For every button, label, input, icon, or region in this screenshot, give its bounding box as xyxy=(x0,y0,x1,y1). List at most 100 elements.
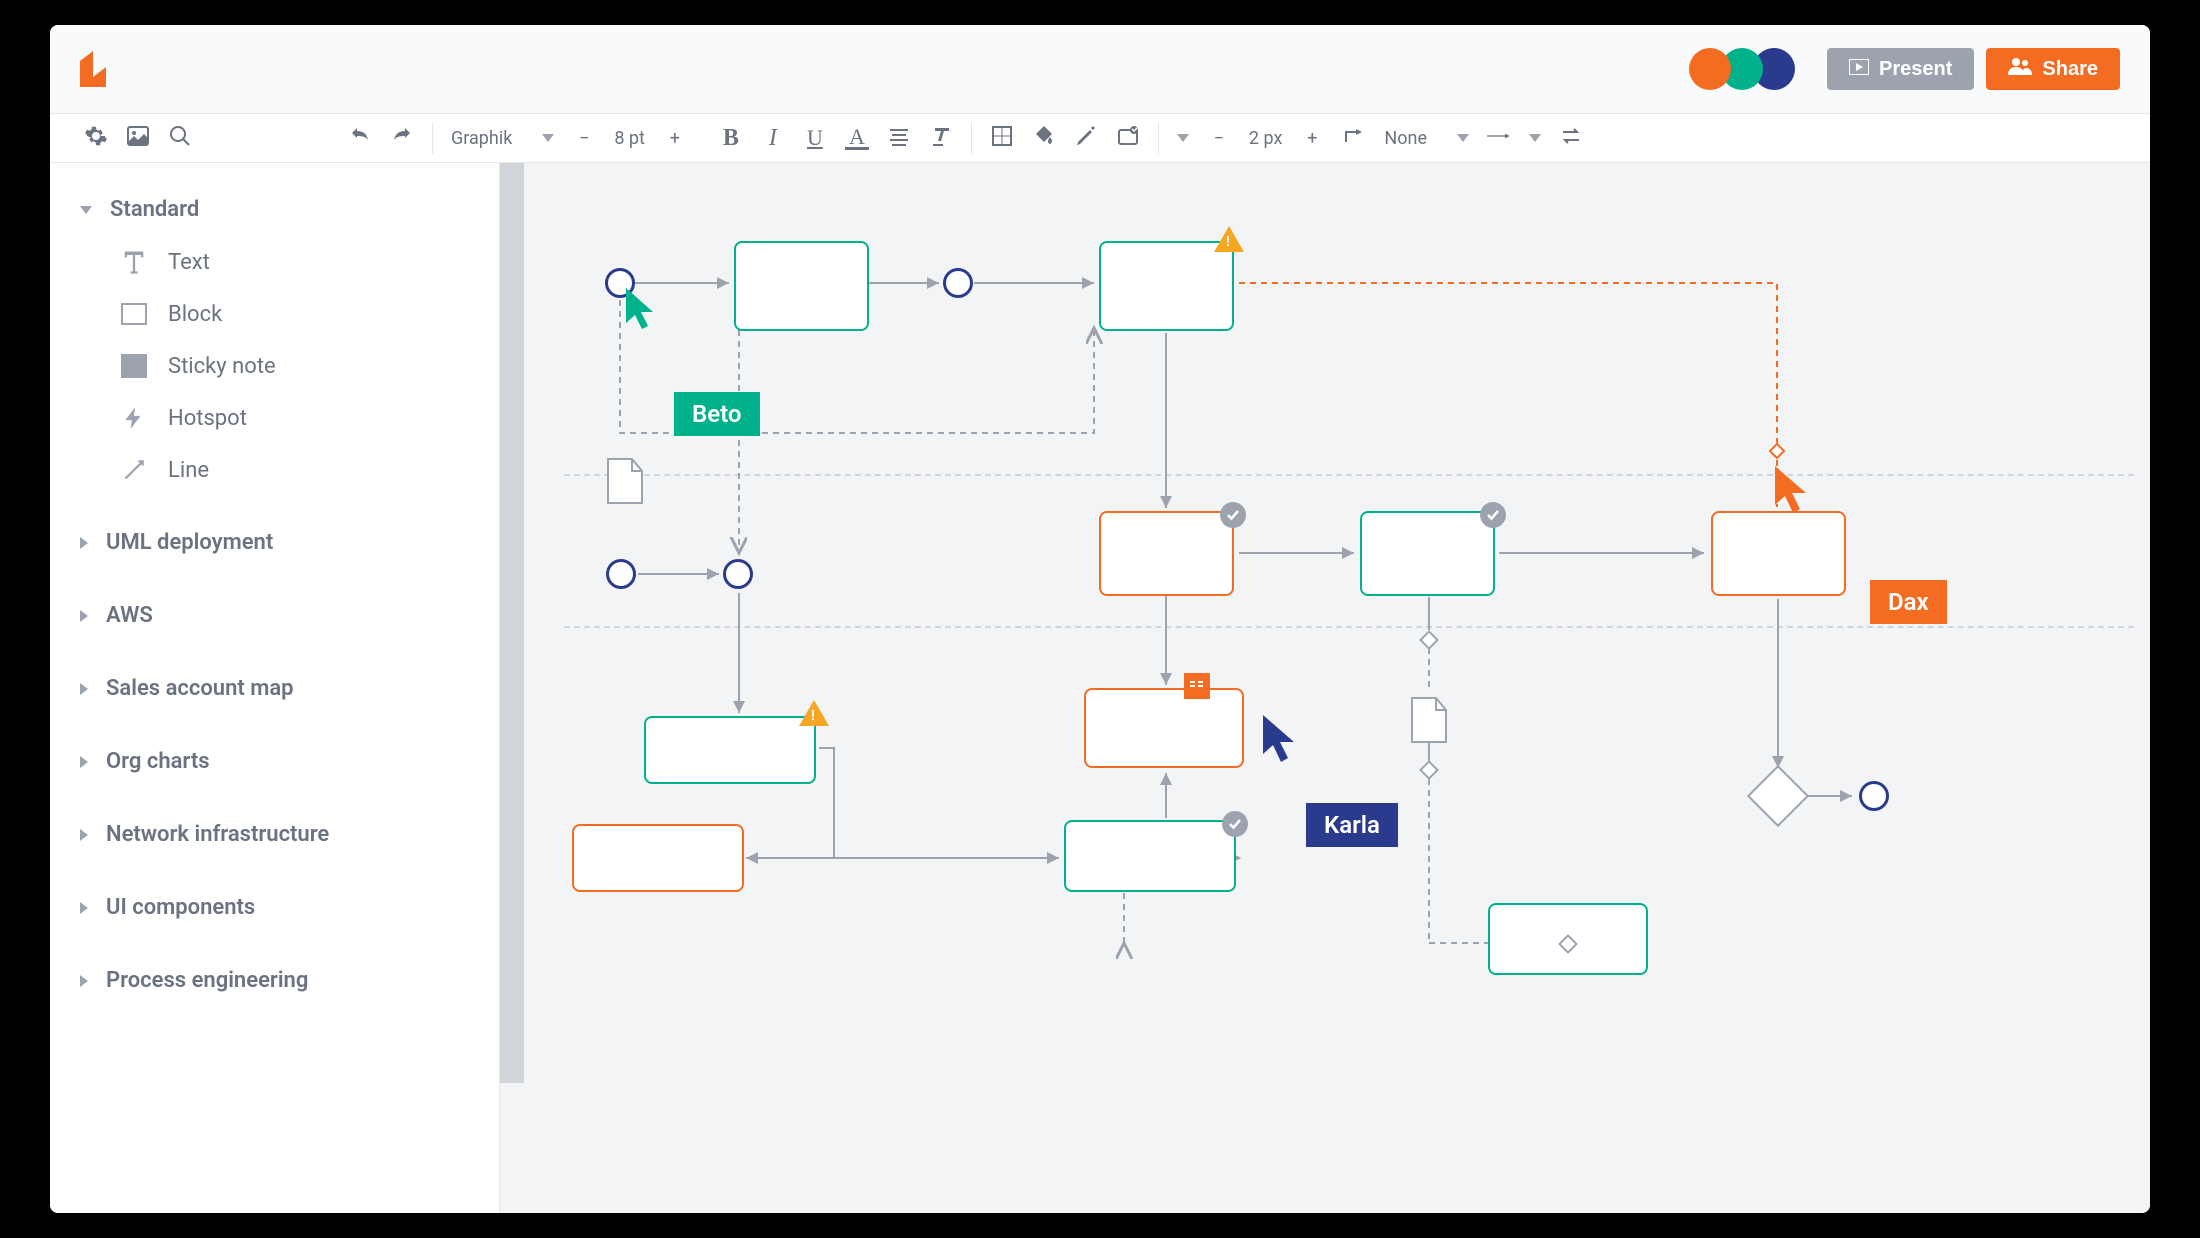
shape-item-block[interactable]: Block xyxy=(50,288,499,340)
align-button[interactable] xyxy=(887,126,911,150)
shape-item-line[interactable]: Line xyxy=(50,444,499,496)
shape-item-text[interactable]: Text xyxy=(50,236,499,288)
comment-badge-icon xyxy=(1184,673,1210,699)
flow-end-node[interactable] xyxy=(1859,781,1889,811)
clear-format-icon xyxy=(929,124,953,153)
sidebar-section-network[interactable]: Network infrastructure xyxy=(50,808,499,861)
settings-button[interactable] xyxy=(84,126,108,150)
flow-block-node[interactable] xyxy=(1099,511,1234,596)
flow-decision-node[interactable] xyxy=(1747,765,1809,827)
chevron-right-icon xyxy=(80,902,88,914)
border-button[interactable] xyxy=(990,126,1014,150)
shape-item-hotspot[interactable]: Hotspot xyxy=(50,392,499,444)
sidebar-section-org[interactable]: Org charts xyxy=(50,735,499,788)
font-name: Graphik xyxy=(451,128,512,149)
shape-style-button[interactable] xyxy=(1116,126,1140,150)
sidebar-section-ui[interactable]: UI components xyxy=(50,881,499,934)
share-button[interactable]: Share xyxy=(1986,48,2120,90)
redo-icon xyxy=(390,124,414,153)
image-button[interactable] xyxy=(126,126,150,150)
chevron-down-icon xyxy=(542,134,554,142)
sidebar-section-title: Network infrastructure xyxy=(106,822,329,847)
chevron-down-icon[interactable] xyxy=(1177,134,1189,142)
undo-icon xyxy=(348,124,372,153)
flow-circle-node[interactable] xyxy=(606,559,636,589)
arrow-style-button[interactable] xyxy=(1487,126,1511,150)
font-select[interactable]: Graphik xyxy=(451,128,554,149)
sidebar-section-title: Standard xyxy=(110,197,199,222)
collaborator-cursor-label: Karla xyxy=(1306,803,1398,847)
flow-block-node[interactable] xyxy=(1099,241,1234,331)
font-size: 8 pt xyxy=(614,128,645,149)
flow-block-node[interactable] xyxy=(1711,511,1846,596)
fill-button[interactable] xyxy=(1032,126,1056,150)
flow-block-node[interactable] xyxy=(644,716,816,784)
collaborator-cursor-icon xyxy=(1260,712,1304,766)
shape-item-sticky[interactable]: Sticky note xyxy=(50,340,499,392)
canvas-area[interactable]: ! ! xyxy=(500,163,2150,1213)
collaborator-cursor-label: Dax xyxy=(1870,580,1947,624)
ruler xyxy=(500,163,524,1083)
bold-button[interactable]: B xyxy=(719,126,743,150)
chevron-right-icon xyxy=(80,829,88,841)
flow-circle-node[interactable] xyxy=(943,268,973,298)
undo-button[interactable] xyxy=(348,126,372,150)
flow-block-node[interactable] xyxy=(1064,820,1236,892)
chevron-right-icon xyxy=(80,683,88,695)
search-button[interactable] xyxy=(168,126,192,150)
underline-button[interactable]: U xyxy=(803,126,827,150)
sidebar-section-title: UI components xyxy=(106,895,255,920)
flow-circle-node[interactable] xyxy=(723,559,753,589)
flow-block-node[interactable] xyxy=(1360,511,1495,596)
sidebar-section-title: AWS xyxy=(106,603,153,628)
chevron-down-icon[interactable] xyxy=(1529,134,1541,142)
flow-gateway-node[interactable] xyxy=(1419,630,1439,650)
swap-direction-button[interactable] xyxy=(1559,126,1583,150)
swimlane-divider xyxy=(564,626,2134,628)
paint-bucket-icon xyxy=(1032,124,1056,153)
avatar[interactable] xyxy=(1689,48,1731,90)
app-logo[interactable] xyxy=(80,51,106,87)
text-color-button[interactable]: A xyxy=(845,126,869,150)
sidebar-section-standard[interactable]: Standard xyxy=(50,183,499,236)
play-icon xyxy=(1849,58,1869,81)
flow-block-node[interactable] xyxy=(1084,688,1244,768)
stroke-color-button[interactable] xyxy=(1074,126,1098,150)
check-badge-icon xyxy=(1222,811,1248,837)
decrease-stroke-button[interactable]: − xyxy=(1207,126,1231,150)
collaborator-cursor-icon xyxy=(1772,463,1816,517)
shape-item-label: Block xyxy=(168,302,222,327)
sidebar-section-process[interactable]: Process engineering xyxy=(50,954,499,1007)
redo-button[interactable] xyxy=(390,126,414,150)
present-button[interactable]: Present xyxy=(1827,48,1974,90)
sidebar-section-sales[interactable]: Sales account map xyxy=(50,662,499,715)
shape-item-label: Line xyxy=(168,458,209,483)
people-icon xyxy=(2008,57,2032,81)
chevron-down-icon xyxy=(80,206,92,214)
shape-item-label: Sticky note xyxy=(168,354,276,379)
text-shape-icon xyxy=(120,248,148,276)
check-badge-icon xyxy=(1220,502,1246,528)
decrease-font-button[interactable]: − xyxy=(572,126,596,150)
flow-block-node[interactable] xyxy=(572,824,744,892)
sidebar-section-uml[interactable]: UML deployment xyxy=(50,516,499,569)
collaborator-avatars[interactable] xyxy=(1699,48,1795,90)
sidebar-section-title: UML deployment xyxy=(106,530,273,555)
flow-block-node[interactable] xyxy=(734,241,869,331)
warning-badge-icon: ! xyxy=(1214,226,1244,252)
flow-gateway-node[interactable] xyxy=(1419,760,1439,780)
italic-button[interactable]: I xyxy=(761,126,785,150)
image-icon xyxy=(126,124,150,153)
file-icon[interactable] xyxy=(606,457,644,505)
increase-font-button[interactable]: + xyxy=(663,126,687,150)
swimlane-divider xyxy=(564,474,2134,476)
sidebar-section-aws[interactable]: AWS xyxy=(50,589,499,642)
sticky-shape-icon xyxy=(120,352,148,380)
check-badge-icon xyxy=(1480,502,1506,528)
file-icon[interactable] xyxy=(1410,696,1448,744)
clear-format-button[interactable] xyxy=(929,126,953,150)
warning-badge-icon: ! xyxy=(799,700,829,726)
increase-stroke-button[interactable]: + xyxy=(1300,126,1324,150)
line-routing-button[interactable] xyxy=(1342,126,1366,150)
line-style-select[interactable]: None xyxy=(1384,128,1469,149)
